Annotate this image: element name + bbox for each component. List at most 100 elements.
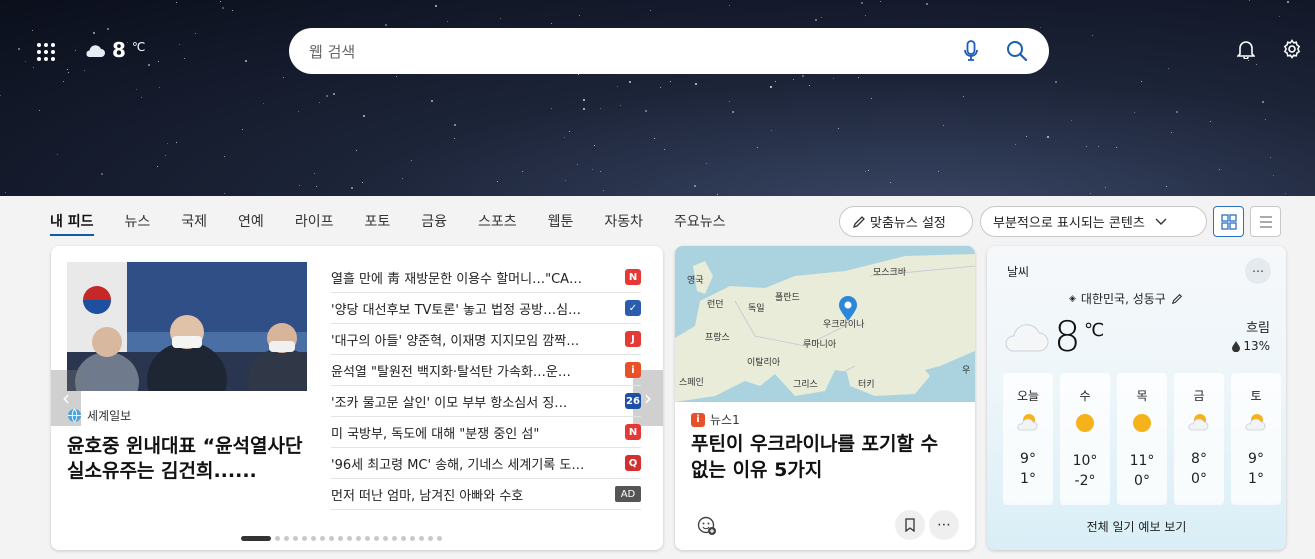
forecast-day[interactable]: 수 10° -2° xyxy=(1060,373,1110,505)
weather-more-button[interactable]: ⋯ xyxy=(1245,258,1271,284)
day-low-temp: 1° xyxy=(1248,471,1264,487)
star-decoration xyxy=(263,103,265,105)
notification-bell-icon[interactable] xyxy=(1235,38,1257,60)
full-forecast-link[interactable]: 전체 일기 예보 보기 xyxy=(987,518,1286,535)
content-visibility-dropdown[interactable]: 부분적으로 표시되는 콘텐츠 xyxy=(980,206,1207,237)
star-decoration xyxy=(175,2,177,4)
tab-my-feed[interactable]: 내 피드 xyxy=(50,206,94,236)
map-pin-icon xyxy=(839,296,857,321)
star-decoration xyxy=(654,137,656,139)
tab-top-news[interactable]: 주요뉴스 xyxy=(674,206,726,236)
star-decoration xyxy=(1086,145,1088,147)
day-name: 토 xyxy=(1250,389,1262,403)
forecast-day[interactable]: 토 9° 1° xyxy=(1231,373,1281,505)
news-list-item[interactable]: 열흘 만에 靑 재방문한 이용수 할머니…"CA… N xyxy=(331,262,641,293)
star-decoration xyxy=(582,107,585,110)
current-temp: 8 xyxy=(1054,312,1081,361)
star-decoration xyxy=(694,184,697,187)
tab-lifestyle[interactable]: 라이프 xyxy=(295,206,334,236)
apps-launcher-icon[interactable] xyxy=(37,43,55,61)
europe-map[interactable]: 영국 모스크바 런던 독일 폴란드 프랑스 우크라이나 이탈리아 루마니아 스페… xyxy=(675,246,975,402)
star-decoration xyxy=(593,144,595,146)
map-card-headline[interactable]: 푸틴이 우크라이나를 포기할 수 없는 이유 5가지 xyxy=(691,431,961,483)
cloudy-icon xyxy=(1005,324,1049,352)
publisher-logo-icon: Q xyxy=(625,455,641,471)
star-decoration xyxy=(1055,80,1058,83)
news-list-item[interactable]: '조카 물고문 살인' 이모 부부 항소심서 징… 26 xyxy=(331,386,641,417)
star-decoration xyxy=(434,5,437,8)
tab-news[interactable]: 뉴스 xyxy=(125,206,151,236)
news-list-item[interactable]: 윤석열 "탈원전 백지화·탈석탄 가속화…운… i xyxy=(331,355,641,386)
tab-autos[interactable]: 자동차 xyxy=(604,206,643,236)
star-decoration xyxy=(92,31,95,34)
day-name: 금 xyxy=(1193,389,1205,403)
news-list-item[interactable]: 미 국방부, 독도에 대해 "분쟁 중인 섬" N xyxy=(331,417,641,448)
news-list-item[interactable]: 먼저 떠난 엄마, 남겨진 아빠와 수호 AD xyxy=(331,479,641,510)
news-source[interactable]: 세계일보 xyxy=(67,407,131,424)
day-name: 수 xyxy=(1079,389,1091,403)
star-decoration xyxy=(101,172,104,175)
news-source[interactable]: i 뉴스1 xyxy=(691,411,740,428)
personalize-label: 맞춤뉴스 설정 xyxy=(870,216,946,231)
tab-webtoon[interactable]: 웹툰 xyxy=(548,206,574,236)
tab-finance[interactable]: 금융 xyxy=(421,206,447,236)
tab-sports[interactable]: 스포츠 xyxy=(478,206,517,236)
reaction-icon[interactable] xyxy=(697,516,717,540)
star-decoration xyxy=(148,64,151,67)
star-decoration xyxy=(617,86,619,88)
star-decoration xyxy=(1284,192,1286,194)
list-view-button[interactable] xyxy=(1250,206,1281,237)
star-decoration xyxy=(551,107,553,109)
star-decoration xyxy=(157,60,159,62)
microphone-icon[interactable] xyxy=(959,39,983,63)
star-decoration xyxy=(1175,111,1178,114)
day-low-temp: -2° xyxy=(1074,473,1096,489)
publisher-logo-icon: 26 xyxy=(625,393,641,409)
star-decoration xyxy=(771,129,773,131)
feature-headline[interactable]: 윤호중 윈내대표 “윤석열사단 실소유주는 김건희...... xyxy=(67,434,317,484)
star-decoration xyxy=(814,19,817,22)
tab-entertainment[interactable]: 연예 xyxy=(238,206,264,236)
news-photo[interactable] xyxy=(67,262,307,391)
star-decoration xyxy=(1115,147,1117,149)
news-list-item[interactable]: '양당 대선후보 TV토론' 놓고 법정 공방…심… ✓ xyxy=(331,293,641,324)
grid-icon xyxy=(1220,213,1237,230)
star-decoration xyxy=(219,0,221,2)
star-decoration xyxy=(660,87,662,89)
weather-location[interactable]: ◈ 대한민국, 성동구 xyxy=(1069,290,1183,307)
bookmark-icon xyxy=(905,518,915,532)
header-weather[interactable]: 8 ℃ xyxy=(84,38,145,62)
news-list-item[interactable]: '96세 최고령 MC' 송해, 기네스 세계기록 도… Q xyxy=(331,448,641,479)
star-decoration xyxy=(870,97,872,99)
search-input[interactable]: 웹 검색 xyxy=(309,41,937,62)
search-icon[interactable] xyxy=(1005,39,1029,63)
forecast-day[interactable]: 금 8° 0° xyxy=(1174,373,1224,505)
tab-photo[interactable]: 포토 xyxy=(364,206,390,236)
star-decoration xyxy=(410,160,412,162)
news-item-title: '대구의 아들' 양준혁, 이재명 지지모임 깜짝… xyxy=(331,333,580,349)
forecast-day[interactable]: 목 11° 0° xyxy=(1117,373,1167,505)
star-decoration xyxy=(926,2,929,5)
grid-view-button[interactable] xyxy=(1213,206,1244,237)
header-temp-unit: ℃ xyxy=(131,40,146,54)
forecast-day[interactable]: 오늘 9° 1° xyxy=(1003,373,1053,505)
more-options-button[interactable]: ⋯ xyxy=(929,510,959,540)
star-decoration xyxy=(775,80,777,82)
tab-world[interactable]: 국제 xyxy=(181,206,207,236)
weather-card[interactable]: 날씨 ⋯ ◈ 대한민국, 성동구 8 ℃ 흐림 13% 오늘 9° 1° 수 10° -2… xyxy=(987,246,1286,550)
settings-gear-icon[interactable] xyxy=(1281,38,1303,60)
personalize-button[interactable]: 맞춤뉴스 설정 xyxy=(839,206,973,237)
location-icon: ◈ xyxy=(1069,293,1076,304)
star-decoration xyxy=(860,1,863,4)
star-decoration xyxy=(74,50,76,52)
map-news-card[interactable]: 영국 모스크바 런던 독일 폴란드 프랑스 우크라이나 이탈리아 루마니아 스페… xyxy=(675,246,975,550)
humidity-value: 13% xyxy=(1243,339,1270,353)
day-low-temp: 1° xyxy=(1020,471,1036,487)
search-bar[interactable]: 웹 검색 xyxy=(289,28,1049,74)
bookmark-button[interactable] xyxy=(895,510,925,540)
news-list-item[interactable]: '대구의 아들' 양준혁, 이재명 지지모임 깜짝… J xyxy=(331,324,641,355)
star-decoration xyxy=(1133,111,1135,113)
star-decoration xyxy=(84,69,86,71)
star-decoration xyxy=(599,170,601,172)
star-decoration xyxy=(1166,185,1168,187)
